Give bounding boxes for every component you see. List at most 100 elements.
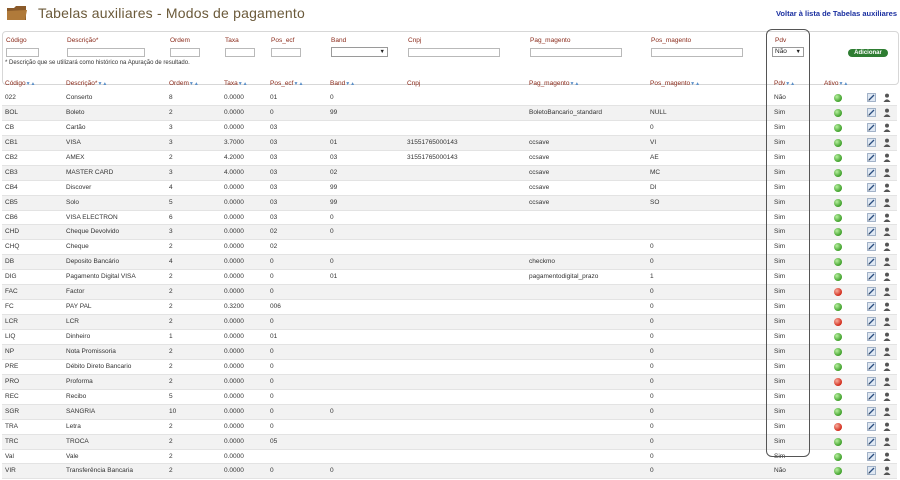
sort-icon[interactable]: ▼▲ <box>838 81 848 87</box>
col-codigo[interactable]: Código▼▲ <box>5 80 36 87</box>
sort-icon[interactable]: ▼▲ <box>26 81 36 87</box>
user-icon[interactable] <box>883 437 891 446</box>
edit-icon[interactable] <box>867 197 876 207</box>
active-status-icon[interactable] <box>834 347 842 356</box>
add-button[interactable]: Adicionar <box>848 49 888 57</box>
active-status-icon[interactable] <box>834 273 842 282</box>
active-status-icon[interactable] <box>834 452 842 461</box>
user-icon[interactable] <box>883 317 891 327</box>
user-icon[interactable] <box>883 123 891 132</box>
edit-icon[interactable] <box>867 362 876 371</box>
active-status-icon[interactable] <box>834 407 842 416</box>
active-status-icon[interactable] <box>834 153 842 162</box>
edit-icon[interactable] <box>867 93 876 102</box>
active-status-icon[interactable] <box>834 94 842 102</box>
sort-icon[interactable]: ▼▲ <box>294 81 304 87</box>
sort-icon[interactable]: ▼▲ <box>690 81 700 87</box>
active-status-icon[interactable] <box>834 168 842 177</box>
edit-icon[interactable] <box>867 108 876 117</box>
active-status-icon[interactable] <box>834 183 842 192</box>
active-status-icon[interactable] <box>834 123 842 132</box>
active-status-icon[interactable] <box>834 258 842 267</box>
descricao-input[interactable] <box>67 48 145 57</box>
edit-icon[interactable] <box>867 257 876 267</box>
user-icon[interactable] <box>883 213 891 222</box>
edit-icon[interactable] <box>867 466 876 476</box>
col-ordem[interactable]: Ordem▼▲ <box>169 80 199 87</box>
user-icon[interactable] <box>883 377 891 386</box>
user-icon[interactable] <box>883 183 891 192</box>
ordem-input[interactable] <box>170 48 200 57</box>
edit-icon[interactable] <box>867 123 876 132</box>
pos-magento-input[interactable] <box>651 48 743 57</box>
edit-icon[interactable] <box>867 167 876 177</box>
col-cnpj[interactable]: Cnpj <box>407 80 420 87</box>
sort-icon[interactable]: ▼▲ <box>238 81 248 87</box>
inactive-status-icon[interactable] <box>834 288 842 297</box>
col-pos-ecf[interactable]: Pos_ecf▼▲ <box>270 80 303 87</box>
inactive-status-icon[interactable] <box>834 377 842 386</box>
user-icon[interactable] <box>883 392 891 401</box>
user-icon[interactable] <box>883 138 891 147</box>
edit-icon[interactable] <box>867 421 876 431</box>
col-pag-magento[interactable]: Pag_magento▼▲ <box>529 80 579 87</box>
pag-magento-input[interactable] <box>530 48 622 57</box>
edit-icon[interactable] <box>867 182 876 192</box>
user-icon[interactable] <box>883 93 891 102</box>
sort-icon[interactable]: ▼▲ <box>785 81 795 87</box>
pos-ecf-input[interactable] <box>271 48 301 57</box>
inactive-status-icon[interactable] <box>834 318 842 327</box>
edit-icon[interactable] <box>867 317 876 326</box>
active-status-icon[interactable] <box>834 362 842 371</box>
col-descricao[interactable]: Descrição*▼▲ <box>66 80 107 87</box>
edit-icon[interactable] <box>867 227 876 237</box>
active-status-icon[interactable] <box>834 303 842 312</box>
user-icon[interactable] <box>883 362 891 371</box>
user-icon[interactable] <box>883 153 891 162</box>
edit-icon[interactable] <box>867 391 876 401</box>
user-icon[interactable] <box>883 242 891 252</box>
edit-icon[interactable] <box>867 287 876 296</box>
user-icon[interactable] <box>883 407 891 416</box>
user-icon[interactable] <box>883 198 891 207</box>
user-icon[interactable] <box>883 287 891 297</box>
active-status-icon[interactable] <box>834 198 842 207</box>
sort-icon[interactable]: ▼▲ <box>189 81 199 87</box>
edit-icon[interactable] <box>867 347 876 356</box>
active-status-icon[interactable] <box>834 392 842 401</box>
active-status-icon[interactable] <box>834 228 842 237</box>
user-icon[interactable] <box>883 227 891 237</box>
pdv-select[interactable]: Não ▼ <box>772 47 804 57</box>
user-icon[interactable] <box>883 466 891 476</box>
edit-icon[interactable] <box>867 406 876 416</box>
sort-icon[interactable]: ▼▲ <box>97 81 107 87</box>
col-band[interactable]: Band▼▲ <box>330 80 355 87</box>
col-taxa[interactable]: Taxa▼▲ <box>224 80 248 87</box>
edit-icon[interactable] <box>867 332 876 341</box>
band-select[interactable]: ▼ <box>331 47 388 57</box>
user-icon[interactable] <box>883 347 891 356</box>
edit-icon[interactable] <box>867 302 876 311</box>
active-status-icon[interactable] <box>834 243 842 252</box>
edit-icon[interactable] <box>867 451 876 461</box>
sort-icon[interactable]: ▼▲ <box>569 81 579 87</box>
user-icon[interactable] <box>883 302 891 312</box>
user-icon[interactable] <box>883 422 891 431</box>
user-icon[interactable] <box>883 257 891 267</box>
active-status-icon[interactable] <box>834 437 842 446</box>
user-icon[interactable] <box>883 272 891 282</box>
user-icon[interactable] <box>883 108 891 117</box>
user-icon[interactable] <box>883 168 891 177</box>
edit-icon[interactable] <box>867 212 876 222</box>
col-pos-magento[interactable]: Pos_magento▼▲ <box>650 80 700 87</box>
cnpj-input[interactable] <box>408 48 500 57</box>
edit-icon[interactable] <box>867 242 876 252</box>
edit-icon[interactable] <box>867 138 876 147</box>
edit-icon[interactable] <box>867 152 876 162</box>
edit-icon[interactable] <box>867 436 876 446</box>
edit-icon[interactable] <box>867 377 876 386</box>
inactive-status-icon[interactable] <box>834 422 842 431</box>
codigo-input[interactable] <box>6 48 39 57</box>
user-icon[interactable] <box>883 332 891 341</box>
taxa-input[interactable] <box>225 48 255 57</box>
